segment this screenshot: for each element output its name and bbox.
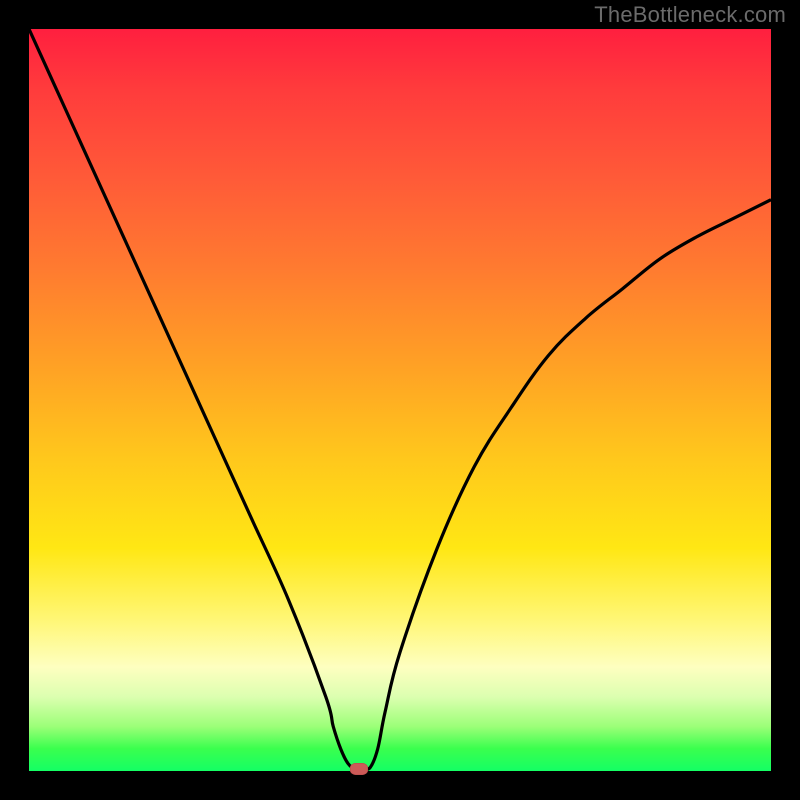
attribution-text: TheBottleneck.com xyxy=(594,2,786,28)
chart-stage: TheBottleneck.com xyxy=(0,0,800,800)
minimum-marker xyxy=(350,763,368,775)
curve-path xyxy=(29,29,771,769)
plot-area xyxy=(29,29,771,771)
bottleneck-curve xyxy=(29,29,771,771)
